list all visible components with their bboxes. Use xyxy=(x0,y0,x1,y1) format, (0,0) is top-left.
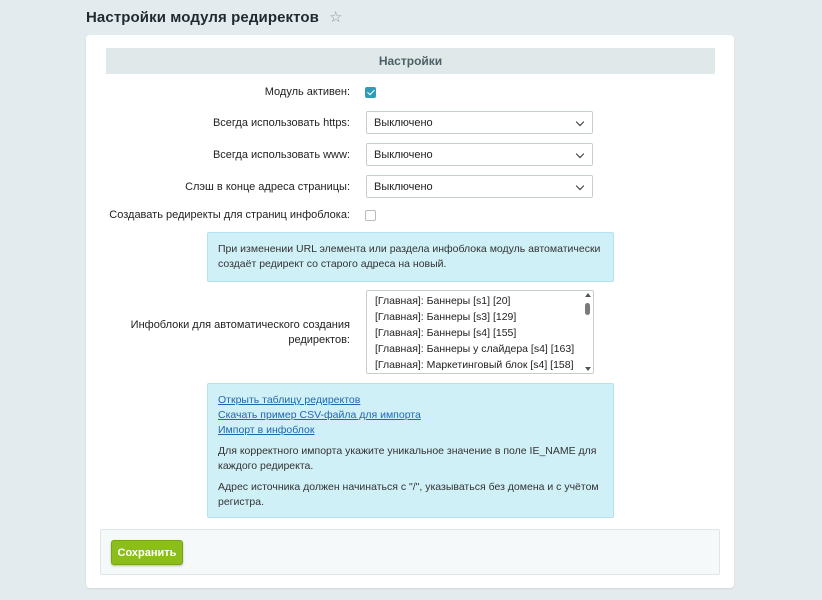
info-box-auto-redirect: При изменении URL элемента или раздела и… xyxy=(207,232,614,282)
import-link[interactable]: Импорт в инфоблок xyxy=(218,423,603,438)
www-select[interactable]: Выключено xyxy=(366,143,593,166)
list-item[interactable]: [Главная]: Маркетинговый блок [s4] [158] xyxy=(367,357,593,373)
iblock-redirects-checkbox[interactable] xyxy=(365,209,376,221)
module-active-checkbox[interactable] xyxy=(365,86,376,98)
star-icon[interactable]: ☆ xyxy=(329,10,342,25)
iblock-redirects-label: Создавать редиректы для страниц инфоблок… xyxy=(109,209,350,221)
page-header: Настройки модуля редиректов ☆ xyxy=(86,9,342,26)
section-header: Настройки xyxy=(106,48,715,74)
settings-panel: Настройки Модуль активен: Всегда использ… xyxy=(86,35,734,588)
slash-row: Слэш в конце адреса страницы: Выключено xyxy=(86,175,734,198)
iblocks-label: Инфоблоки для автоматического создания р… xyxy=(130,319,350,346)
module-active-row: Модуль активен: xyxy=(86,85,734,99)
list-item[interactable]: [Главная]: Баннеры [s3] [129] xyxy=(367,309,593,325)
list-item[interactable]: [Главная]: Баннеры [s1] [20] xyxy=(367,293,593,309)
chevron-down-icon xyxy=(575,117,585,127)
form-footer: Сохранить xyxy=(100,529,720,575)
list-item[interactable]: [Главная]: Баннеры [s4] [155] xyxy=(367,325,593,341)
iblocks-listbox[interactable]: [Главная]: Баннеры [s1] [20] [Главная]: … xyxy=(366,290,594,374)
import-note: Для корректного импорта укажите уникальн… xyxy=(218,445,597,472)
iblock-redirects-row: Создавать редиректы для страниц инфоблок… xyxy=(86,208,734,222)
info-box-import: Открыть таблицу редиректов Скачать приме… xyxy=(207,383,614,518)
page-title: Настройки модуля редиректов xyxy=(86,9,319,26)
listbox-scrollbar[interactable] xyxy=(584,293,591,371)
https-select[interactable]: Выключено xyxy=(366,111,593,134)
source-note: Адрес источника должен начинаться с "/",… xyxy=(218,481,599,508)
slash-select[interactable]: Выключено xyxy=(366,175,593,198)
www-label: Всегда использовать www: xyxy=(212,148,350,161)
chevron-down-icon xyxy=(575,149,585,159)
scroll-thumb[interactable] xyxy=(585,303,590,315)
https-label: Всегда использовать https: xyxy=(212,116,350,129)
slash-label: Слэш в конце адреса страницы: xyxy=(185,180,350,193)
module-active-label: Модуль активен: xyxy=(264,86,350,98)
download-csv-link[interactable]: Скачать пример CSV-файла для импорта xyxy=(218,408,603,423)
www-row: Всегда использовать www: Выключено xyxy=(86,143,734,166)
scroll-down-icon[interactable] xyxy=(585,367,591,371)
scroll-up-icon[interactable] xyxy=(585,293,591,297)
slash-select-value: Выключено xyxy=(374,180,433,193)
https-select-value: Выключено xyxy=(374,116,433,129)
save-button[interactable]: Сохранить xyxy=(111,540,183,565)
chevron-down-icon xyxy=(575,181,585,191)
open-table-link[interactable]: Открыть таблицу редиректов xyxy=(218,393,603,408)
https-row: Всегда использовать https: Выключено xyxy=(86,111,734,134)
list-item[interactable]: [Главная]: Баннеры у слайдера [s4] [163] xyxy=(367,341,593,357)
www-select-value: Выключено xyxy=(374,148,433,161)
